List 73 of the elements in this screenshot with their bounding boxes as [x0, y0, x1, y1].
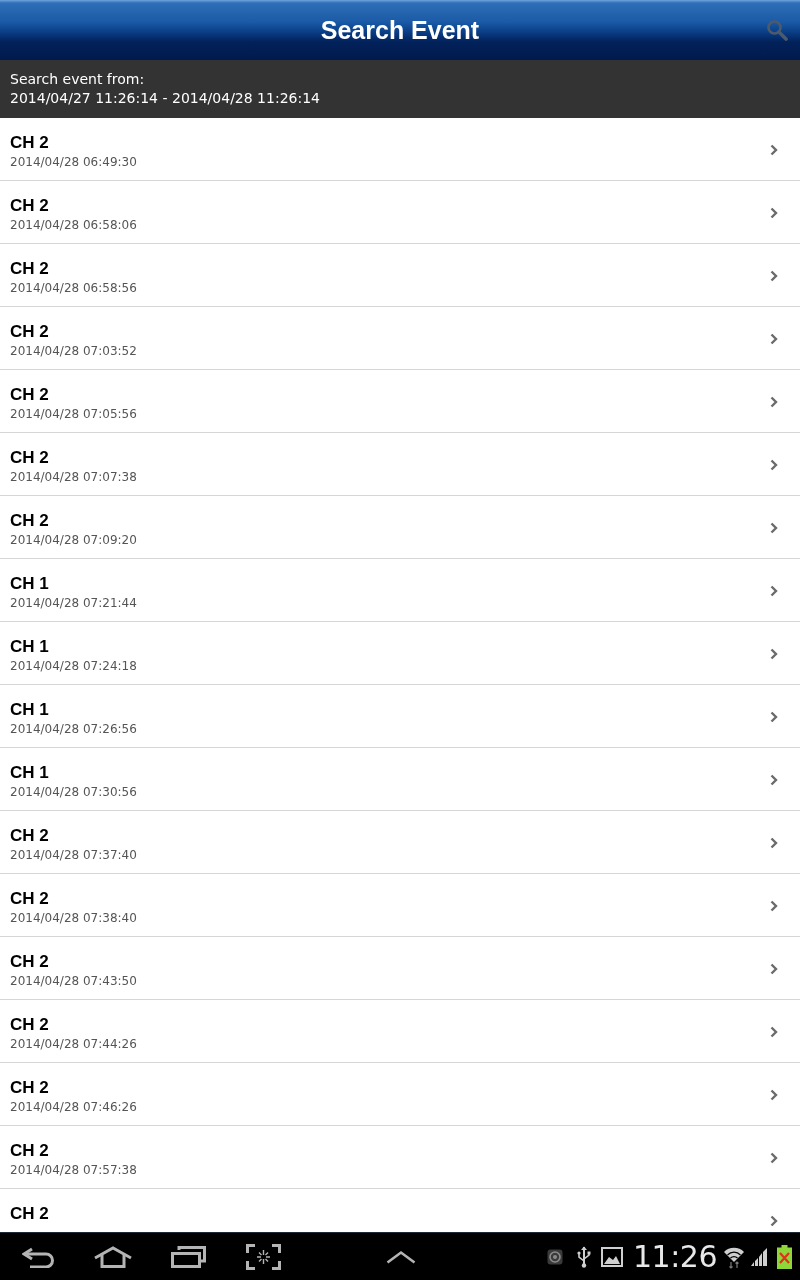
search-icon: [766, 19, 788, 41]
chevron-icon: [770, 270, 778, 282]
event-time: 2014/04/28 07:57:38: [10, 1163, 137, 1178]
range-label: Search event from:: [10, 71, 145, 88]
chevron-icon: [770, 585, 778, 597]
event-time: 2014/04/28 07:21:44: [10, 596, 137, 611]
clock: 11:26: [633, 1239, 717, 1274]
chevron-icon: [770, 459, 778, 471]
event-time: 2014/04/28 06:49:30: [10, 155, 137, 170]
back-button[interactable]: [22, 1245, 56, 1268]
chevron-icon: [770, 333, 778, 345]
channel-label: CH 2: [10, 448, 49, 468]
date-range: 2014/04/27 11:26:14 - 2014/04/28 11:26:14: [10, 90, 320, 107]
home-icon: [93, 1245, 133, 1268]
event-time: 2014/04/28 07:38:40: [10, 911, 137, 926]
channel-label: CH 2: [10, 1141, 49, 1161]
event-time: 2014/04/28 07:24:18: [10, 659, 137, 674]
screenshot-icon: [246, 1243, 281, 1270]
channel-label: CH 2: [10, 889, 49, 909]
battery-icon: [777, 1244, 792, 1269]
channel-label: CH 2: [10, 1015, 49, 1035]
chevron-icon: [770, 963, 778, 975]
chevron-icon: [770, 711, 778, 723]
channel-label: CH 2: [10, 1078, 49, 1098]
channel-label: CH 2: [10, 952, 49, 972]
screen-title: Search Event: [320, 15, 480, 45]
channel-label: CH 1: [10, 637, 49, 657]
recent-apps-icon: [171, 1245, 206, 1268]
channel-label: CH 1: [10, 763, 49, 783]
event-time: 2014/04/28 07:07:38: [10, 470, 137, 485]
home-button[interactable]: [93, 1245, 133, 1268]
event-time: 2014/04/28 07:26:56: [10, 722, 137, 737]
channel-label: CH 2: [10, 133, 49, 153]
event-time: 2014/04/28 07:05:56: [10, 407, 137, 422]
chevron-icon: [770, 396, 778, 408]
channel-label: CH 2: [10, 1204, 49, 1224]
channel-label: CH 2: [10, 259, 49, 279]
chevron-icon: [770, 648, 778, 660]
caret-up-icon: [386, 1249, 416, 1264]
chevron-icon: [770, 522, 778, 534]
usb-icon: [577, 1245, 592, 1268]
chevron-icon: [770, 900, 778, 912]
channel-label: CH 2: [10, 385, 49, 405]
event-time: 2014/04/28 06:58:06: [10, 218, 137, 233]
chevron-icon: [770, 1026, 778, 1038]
chevron-icon: [770, 837, 778, 849]
event-time: 2014/04/28 06:58:56: [10, 281, 137, 296]
chevron-icon: [770, 207, 778, 219]
chevron-icon: [770, 1152, 778, 1164]
channel-label: CH 2: [10, 511, 49, 531]
chevron-icon: [770, 1215, 778, 1227]
screenshot-button[interactable]: [246, 1243, 281, 1270]
event-time: 2014/04/28 07:09:20: [10, 533, 137, 548]
caret-up-button[interactable]: [386, 1249, 416, 1264]
channel-label: CH 1: [10, 700, 49, 720]
recent-apps-button[interactable]: [171, 1245, 206, 1268]
notification-icon: [547, 1248, 564, 1265]
event-time: 2014/04/28 07:46:26: [10, 1100, 137, 1115]
signal-icon: [750, 1247, 768, 1266]
event-time: 2014/04/28 07:03:52: [10, 344, 137, 359]
image-icon: [601, 1246, 624, 1267]
event-time: 2014/04/28 07:43:50: [10, 974, 137, 989]
channel-label: CH 2: [10, 826, 49, 846]
chevron-icon: [770, 774, 778, 786]
channel-label: CH 2: [10, 196, 49, 216]
event-time: 2014/04/28 07:37:40: [10, 848, 137, 863]
back-icon: [22, 1245, 56, 1268]
chevron-icon: [770, 144, 778, 156]
channel-label: CH 1: [10, 574, 49, 594]
chevron-icon: [770, 1089, 778, 1101]
channel-label: CH 2: [10, 322, 49, 342]
event-time: 2014/04/28 07:30:56: [10, 785, 137, 800]
event-time: 2014/04/28 07:44:26: [10, 1037, 137, 1052]
